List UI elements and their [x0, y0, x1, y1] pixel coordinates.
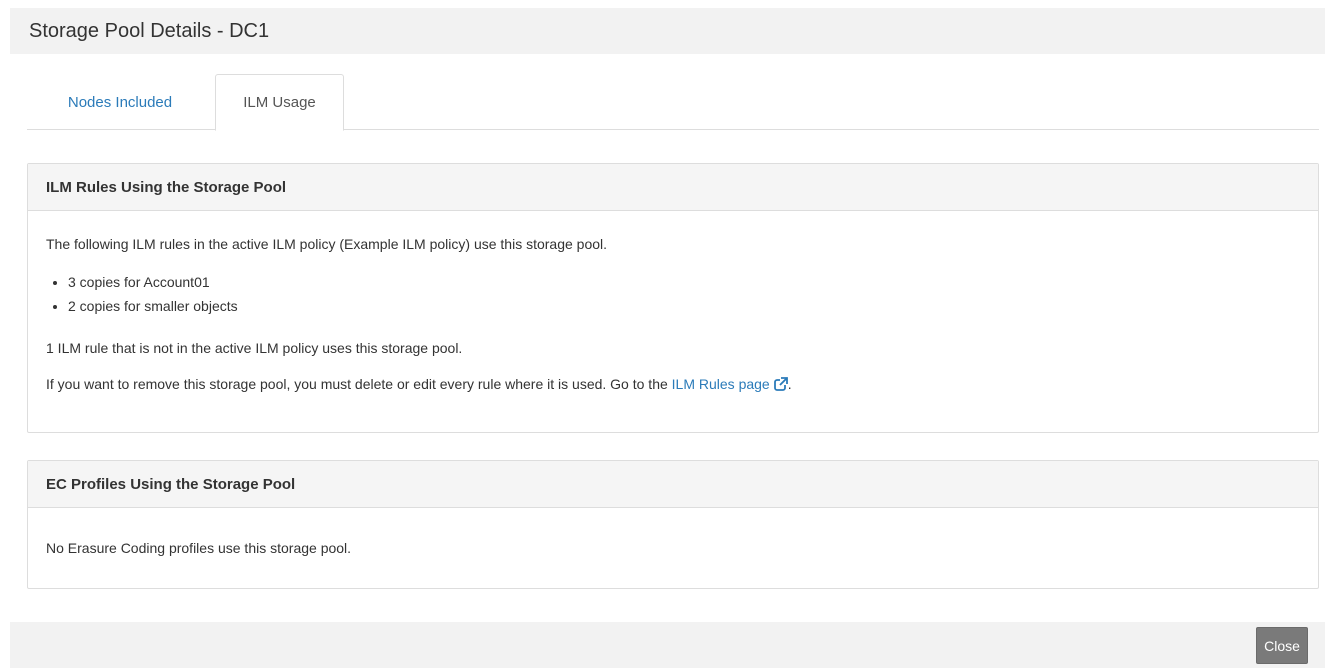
tab-ilm-usage[interactable]: ILM Usage: [215, 74, 344, 131]
external-link-icon: [773, 377, 788, 394]
modal-footer: [10, 622, 1325, 668]
ilm-rules-list: 3 copies for Account01 2 copies for smal…: [46, 270, 238, 318]
ilm-rules-panel-heading: ILM Rules Using the Storage Pool: [28, 164, 1318, 211]
inactive-rule-note: 1 ILM rule that is not in the active ILM…: [46, 340, 463, 356]
ec-profiles-panel: EC Profiles Using the Storage Pool No Er…: [27, 460, 1319, 589]
modal-header: Storage Pool Details - DC1: [10, 8, 1325, 54]
close-button[interactable]: Close: [1256, 627, 1308, 664]
tab-bar: Nodes Included ILM Usage: [27, 74, 1319, 131]
ec-profiles-empty-text: No Erasure Coding profiles use this stor…: [46, 540, 352, 556]
ilm-rules-page-link-label: ILM Rules page: [671, 376, 770, 392]
remove-pool-note-period: .: [787, 376, 792, 392]
remove-pool-note-text: If you want to remove this storage pool,…: [46, 376, 668, 392]
ilm-rules-panel: ILM Rules Using the Storage Pool The fol…: [27, 163, 1319, 433]
storage-pool-details-modal: Storage Pool Details - DC1 Nodes Include…: [0, 0, 1325, 668]
modal-title: Storage Pool Details - DC1: [29, 19, 270, 42]
remove-pool-note: If you want to remove this storage pool,…: [46, 376, 792, 394]
ilm-rules-page-link[interactable]: ILM Rules page: [672, 376, 788, 392]
ilm-rule-item: 3 copies for Account01: [46, 270, 238, 294]
ilm-rules-intro: The following ILM rules in the active IL…: [46, 236, 608, 252]
ilm-rule-item: 2 copies for smaller objects: [46, 294, 238, 318]
ec-profiles-panel-heading: EC Profiles Using the Storage Pool: [28, 461, 1318, 508]
tab-nodes-included[interactable]: Nodes Included: [27, 74, 213, 130]
